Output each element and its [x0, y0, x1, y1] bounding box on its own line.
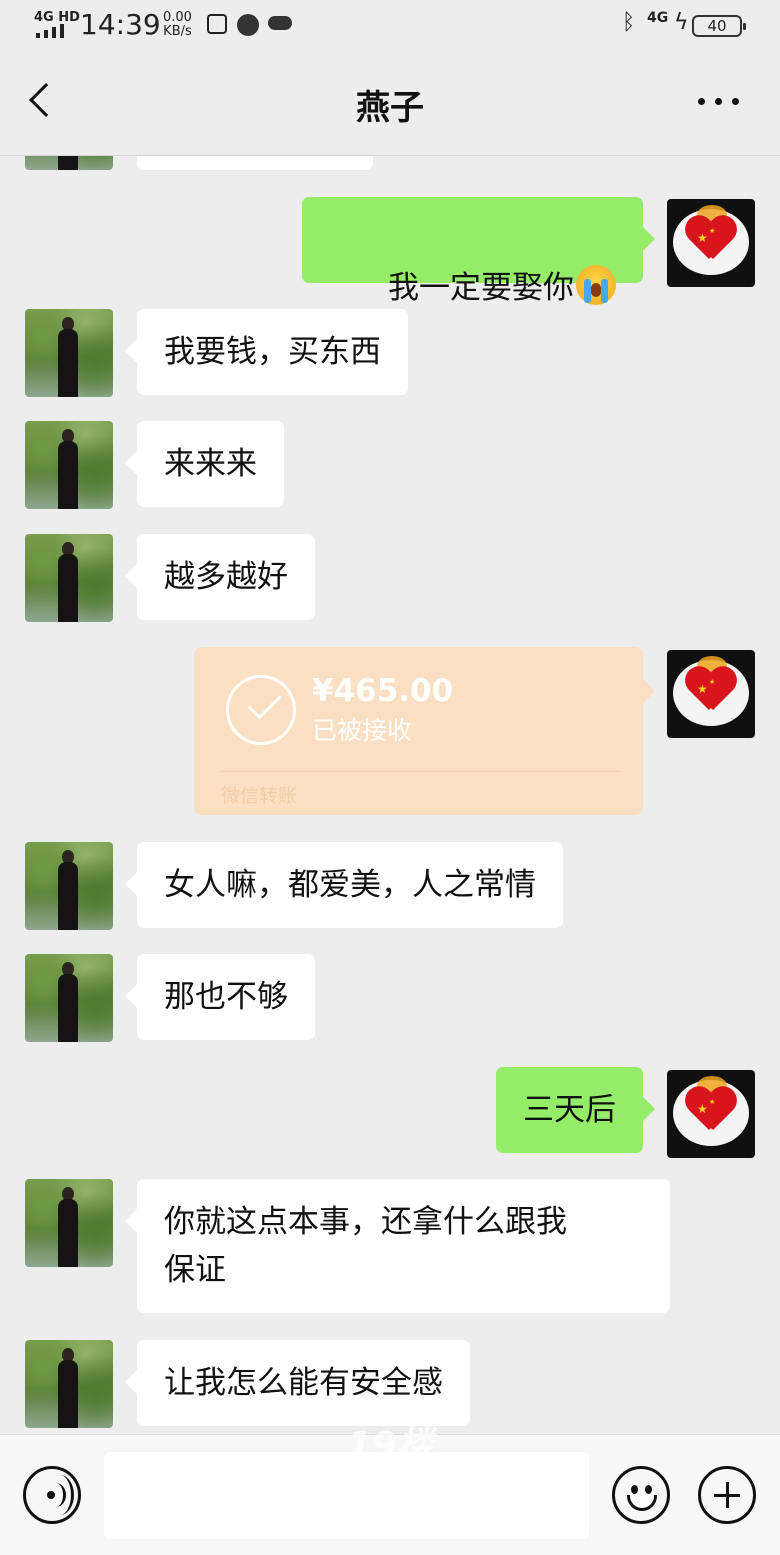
check-circle-icon — [226, 675, 296, 745]
plus-icon[interactable] — [698, 1466, 756, 1524]
emoji-icon[interactable] — [612, 1466, 670, 1524]
chat-header: 燕子 — [0, 52, 780, 156]
my-avatar[interactable]: ★ ★ — [667, 650, 755, 738]
message-bubble-incoming[interactable]: 越多越好 — [125, 534, 315, 620]
bluetooth-icon: ᛒ — [622, 10, 636, 35]
transfer-amount: ¥465.00 — [312, 673, 454, 709]
message-bubble-partial — [137, 156, 373, 170]
network-speed-unit: KB/s — [163, 24, 192, 39]
my-avatar[interactable]: ★ ★ — [667, 199, 755, 287]
crying-emoji-icon — [576, 265, 616, 305]
signal-icon — [36, 24, 70, 38]
charging-icon: ϟ — [674, 10, 689, 35]
planet-icon — [237, 14, 259, 36]
message-bubble-incoming[interactable]: 那也不够 — [125, 954, 315, 1040]
contact-avatar[interactable] — [25, 309, 113, 397]
message-bubble-incoming[interactable]: 我要钱，买东西 — [125, 309, 408, 395]
contact-avatar[interactable] — [25, 954, 113, 1042]
contact-avatar[interactable] — [25, 534, 113, 622]
message-bubble-incoming[interactable]: 你就这点本事，还拿什么跟我 保证 — [125, 1179, 670, 1313]
app-notification-icon — [207, 14, 227, 34]
network-speed-value: 0.00 — [163, 10, 192, 25]
chat-title: 燕子 — [356, 88, 424, 128]
mobile-data-indicator: 4G — [647, 10, 669, 26]
message-list[interactable]: 我一定要娶你 ★★ 我要钱，买东西 来来来 越多越好 ¥465.00 已被接收 — [0, 156, 780, 1434]
contact-avatar[interactable] — [25, 421, 113, 509]
network-speed: 0.00 KB/s — [163, 11, 192, 39]
cloud-icon — [268, 16, 292, 30]
message-bubble-outgoing[interactable]: 三天后 — [496, 1067, 655, 1153]
message-text: 我一定要娶你 — [388, 270, 574, 306]
voice-icon[interactable] — [23, 1466, 81, 1524]
network-indicator: 4G HD — [34, 10, 80, 25]
message-bubble-outgoing[interactable]: 我一定要娶你 — [301, 197, 656, 306]
message-bubble-incoming[interactable]: 女人嘛，都爱美，人之常情 — [125, 842, 563, 928]
my-avatar[interactable]: ★ ★ — [667, 1070, 755, 1158]
message-bubble-incoming[interactable]: 让我怎么能有安全感 — [125, 1340, 470, 1426]
more-options-icon[interactable] — [698, 98, 740, 106]
watermark-domain: 19lou.com — [346, 1462, 434, 1480]
message-bubble-incoming[interactable]: 来来来 — [125, 421, 284, 507]
contact-avatar[interactable] — [25, 1340, 113, 1428]
transfer-label: 微信转账 — [221, 785, 298, 807]
contact-avatar[interactable] — [25, 156, 113, 170]
clock: 14:39 — [80, 8, 161, 41]
status-bar: 4G HD 14:39 0.00 KB/s ᛒ 4G ϟ 40 — [0, 0, 780, 52]
transfer-card[interactable]: ¥465.00 已被接收 微信转账 — [194, 647, 655, 815]
divider — [221, 771, 621, 772]
contact-avatar[interactable] — [25, 1179, 113, 1267]
transfer-status: 已被接收 — [312, 716, 413, 745]
watermark-logo: 19楼 19lou.com — [330, 1416, 450, 1486]
contact-avatar[interactable] — [25, 842, 113, 930]
watermark-text: 19楼 — [346, 1425, 434, 1466]
battery-icon: 40 — [692, 15, 746, 37]
